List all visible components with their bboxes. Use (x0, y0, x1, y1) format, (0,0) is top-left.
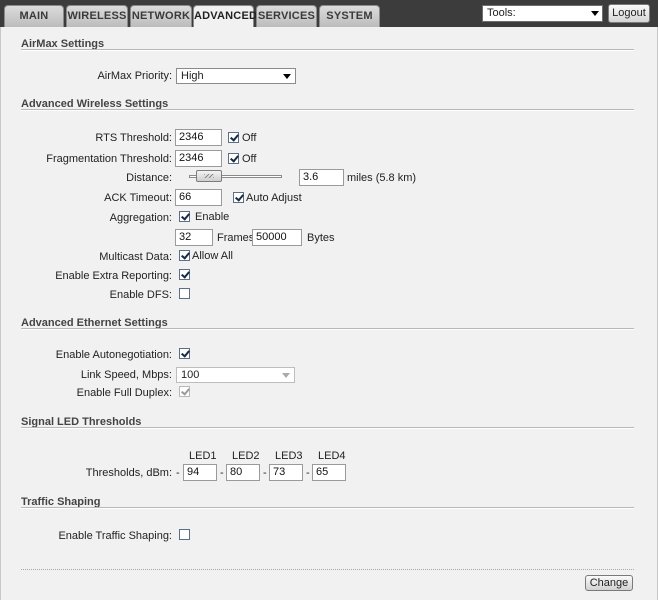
dfs-checkbox[interactable] (179, 288, 190, 299)
chevron-down-icon (591, 11, 599, 16)
ack-auto-adjust-label: Auto Adjust (246, 192, 302, 204)
aggregation-frames-input[interactable]: 32 (175, 229, 213, 246)
aggregation-frames-label: Frames (217, 232, 255, 244)
section-divider (21, 49, 634, 51)
rts-threshold-input[interactable]: 2346 (175, 129, 222, 146)
ack-auto-adjust-checkbox[interactable] (233, 192, 244, 203)
change-button[interactable]: Change (585, 575, 633, 591)
aggregation-bytes-input[interactable]: 50000 (252, 229, 302, 246)
fragmentation-off-label: Off (242, 153, 257, 165)
rts-off-checkbox[interactable] (228, 132, 239, 143)
tab-main[interactable]: MAIN (4, 5, 64, 27)
settings-panel: AirMax Settings AirMax Priority: High Ad… (0, 27, 658, 600)
link-speed-value: 100 (181, 369, 200, 381)
rts-off-label: Off (242, 132, 257, 144)
distance-slider-handle[interactable] (196, 170, 222, 182)
aggregation-checkbox[interactable] (179, 211, 190, 222)
link-speed-label: Link Speed, Mbps: (80, 369, 172, 381)
logout-button[interactable]: Logout (608, 4, 650, 23)
multicast-allow-all-checkbox[interactable] (179, 250, 190, 261)
led3-threshold-input[interactable]: 73 (269, 464, 303, 481)
led4-threshold-input[interactable]: 65 (312, 464, 346, 481)
top-nav-bar: MAIN WIRELESS NETWORK ADVANCED SERVICES … (0, 0, 658, 28)
full-duplex-label: Enable Full Duplex: (76, 387, 172, 399)
tab-network[interactable]: NETWORK (130, 5, 192, 27)
chevron-down-icon (282, 373, 290, 378)
multicast-allow-all-label: Allow All (192, 250, 233, 262)
fragmentation-off-checkbox[interactable] (228, 153, 239, 164)
section-divider (21, 328, 634, 330)
extra-reporting-checkbox[interactable] (179, 269, 190, 280)
distance-unit-label: miles (5.8 km) (347, 172, 417, 184)
fragmentation-threshold-label: Fragmentation Threshold: (46, 153, 172, 165)
tools-select[interactable]: Tools: (482, 5, 603, 22)
led4-label: LED4 (318, 450, 346, 462)
tab-services[interactable]: SERVICES (256, 5, 317, 27)
traffic-shaping-label: Enable Traffic Shaping: (58, 530, 172, 542)
airmax-priority-label: AirMax Priority: (97, 70, 172, 82)
link-speed-select[interactable]: 100 (176, 367, 295, 383)
led2-label: LED2 (232, 450, 260, 462)
led1-label: LED1 (189, 450, 217, 462)
autonegotiation-label: Enable Autonegotiation: (55, 349, 172, 361)
full-duplex-checkbox[interactable] (179, 386, 190, 397)
section-divider (21, 507, 634, 509)
distance-label: Distance: (126, 172, 172, 184)
airmax-priority-value: High (181, 70, 204, 82)
chevron-down-icon (283, 74, 291, 79)
autonegotiation-checkbox[interactable] (179, 348, 190, 359)
ack-timeout-label: ACK Timeout: (104, 192, 172, 204)
dash-separator: - (176, 467, 180, 479)
led3-label: LED3 (275, 450, 303, 462)
tools-select-label: Tools: (487, 7, 516, 19)
section-divider (21, 427, 634, 429)
dash-separator: - (263, 467, 267, 479)
traffic-shaping-checkbox[interactable] (179, 529, 190, 540)
ack-timeout-input[interactable]: 66 (175, 189, 222, 206)
airmax-priority-select[interactable]: High (176, 68, 296, 84)
tab-system[interactable]: SYSTEM (319, 5, 380, 27)
aggregation-bytes-label: Bytes (307, 232, 335, 244)
dash-separator: - (306, 467, 310, 479)
dash-separator: - (220, 467, 224, 479)
extra-reporting-label: Enable Extra Reporting: (55, 270, 172, 282)
distance-input[interactable]: 3.6 (299, 169, 344, 186)
led2-threshold-input[interactable]: 80 (226, 464, 260, 481)
thresholds-label: Thresholds, dBm: (85, 467, 172, 479)
aggregation-enable-label: Enable (195, 211, 230, 223)
tab-advanced[interactable]: ADVANCED (193, 5, 257, 28)
fragmentation-threshold-input[interactable]: 2346 (175, 150, 222, 167)
rts-threshold-label: RTS Threshold: (95, 132, 172, 144)
multicast-data-label: Multicast Data: (99, 251, 172, 263)
dfs-label: Enable DFS: (109, 289, 172, 301)
footer-divider (21, 569, 634, 570)
tab-wireless[interactable]: WIRELESS (66, 5, 128, 27)
aggregation-label: Aggregation: (109, 212, 172, 224)
led1-threshold-input[interactable]: 94 (183, 464, 217, 481)
section-divider (21, 109, 634, 111)
